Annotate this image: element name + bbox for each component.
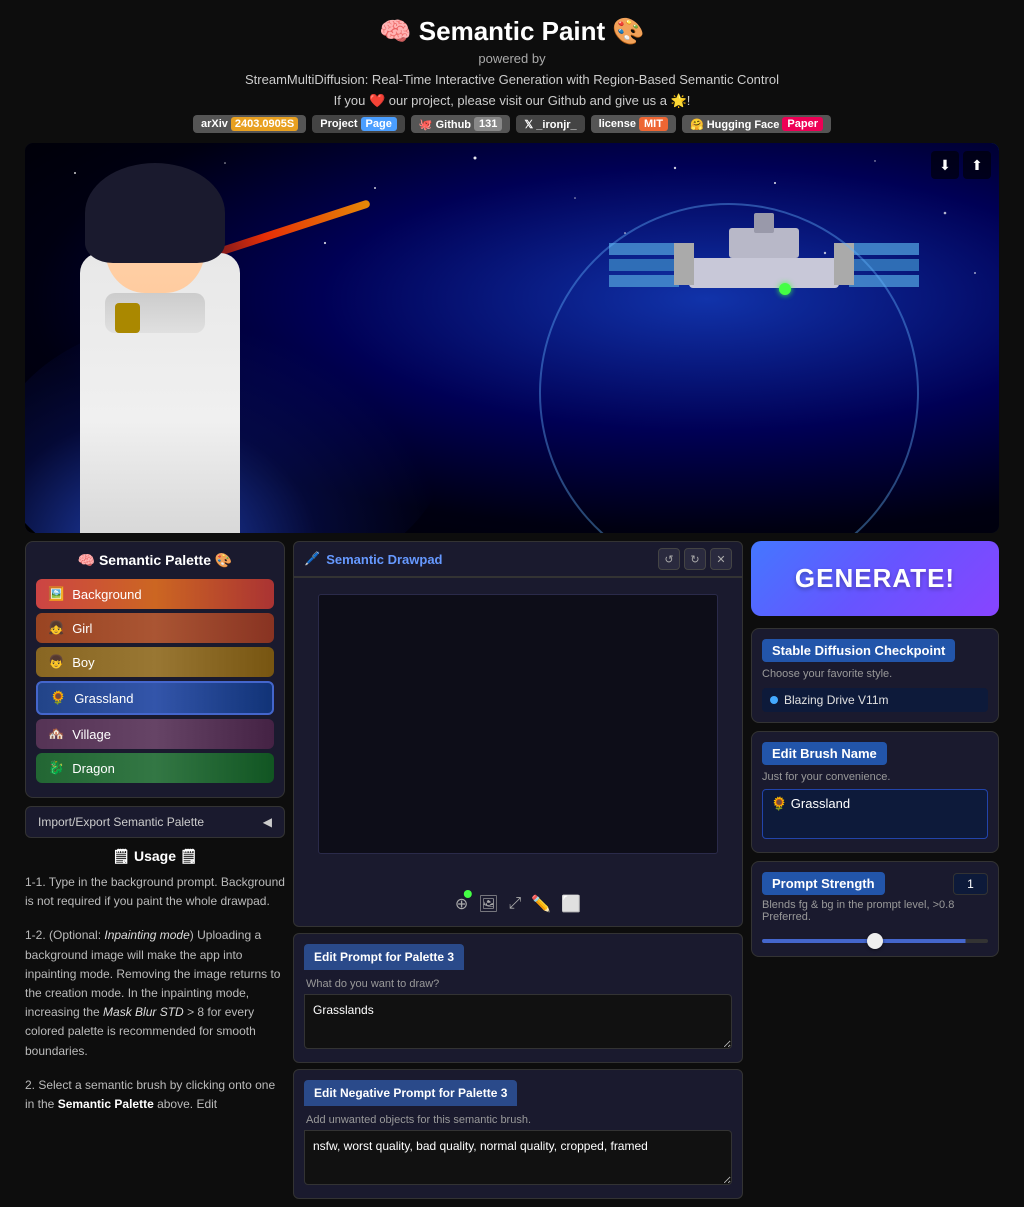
bottom-layout: 🧠 Semantic Palette 🎨 🖼️ Background 👧 Gir… xyxy=(0,533,1024,1207)
dragon-emoji: 🐉 xyxy=(48,760,64,776)
usage-text-3: 2. Select a semantic brush by clicking o… xyxy=(25,1076,285,1114)
palette-title: 🧠 Semantic Palette 🎨 xyxy=(36,552,274,569)
palette-item-dragon[interactable]: 🐉 Dragon xyxy=(36,753,274,783)
badge-x[interactable]: 𝕏 _ironjr_ xyxy=(516,115,584,133)
village-emoji: 🏘️ xyxy=(48,726,64,742)
edit-neg-prompt-textarea[interactable] xyxy=(304,1130,732,1185)
palette-item-girl[interactable]: 👧 Girl xyxy=(36,613,274,643)
sd-option-dot xyxy=(770,696,778,704)
badge-arxiv-num: 2403.0905S xyxy=(231,117,298,131)
badge-project-pg: Page xyxy=(361,117,397,131)
usage-text-1: 1-1. Type in the background prompt. Back… xyxy=(25,873,285,911)
drawpad-title: 🖊️ Semantic Drawpad xyxy=(304,551,443,567)
girl-label: Girl xyxy=(72,621,92,636)
import-export-label: Import/Export Semantic Palette xyxy=(38,815,204,829)
boy-emoji: 👦 xyxy=(48,654,64,670)
canvas-inner xyxy=(318,594,718,854)
grassland-emoji: 🌻 xyxy=(50,690,66,706)
status-indicator xyxy=(779,283,791,295)
active-tool-indicator xyxy=(464,890,472,898)
brush-tool[interactable]: ✏️ xyxy=(531,894,551,914)
ps-sub: Blends fg & bg in the prompt level, >0.8… xyxy=(762,899,988,923)
brush-name-section: Edit Brush Name Just for your convenienc… xyxy=(751,731,999,853)
drawpad-canvas-area[interactable]: ⊕ 🖼 ⤢ ✏️ ⬜ xyxy=(293,577,743,927)
edit-prompt-section: Edit Prompt for Palette 3 What do you wa… xyxy=(293,933,743,1063)
badges-row: arXiv 2403.0905S Project Page 🐙 Github 1… xyxy=(12,115,1012,133)
badge-github[interactable]: 🐙 Github 131 xyxy=(411,115,511,133)
sd-option-label: Blazing Drive V11m xyxy=(784,693,888,707)
drawpad-header: 🖊️ Semantic Drawpad ↺ ↻ ✕ xyxy=(293,541,743,577)
main-image: ⬇ ⬆ xyxy=(25,143,999,533)
anime-girl xyxy=(50,163,280,533)
bg-label: Background xyxy=(72,587,141,602)
palette-item-grassland[interactable]: 🌻 Grassland xyxy=(36,681,274,715)
drawpad-redo-button[interactable]: ↻ xyxy=(684,548,706,570)
app-title: 🧠 Semantic Paint 🎨 xyxy=(12,16,1012,47)
drawpad-close-button[interactable]: ✕ xyxy=(710,548,732,570)
edit-prompt-textarea[interactable] xyxy=(304,994,732,1049)
edit-prompt-sub: What do you want to draw? xyxy=(304,974,732,994)
palette-item-boy[interactable]: 👦 Boy xyxy=(36,647,274,677)
usage-text-2: 1-2. (Optional: Inpainting mode) Uploadi… xyxy=(25,926,285,1060)
share-button[interactable]: ⬆ xyxy=(963,151,991,179)
palette-item-background[interactable]: 🖼️ Background xyxy=(36,579,274,609)
drawpad-toolbar: ⊕ 🖼 ⤢ ✏️ ⬜ xyxy=(455,894,581,914)
edit-neg-prompt-sub: Add unwanted objects for this semantic b… xyxy=(304,1110,732,1130)
prompt-strength-section: Prompt Strength 1 Blends fg & bg in the … xyxy=(751,861,999,957)
grassland-label: Grassland xyxy=(74,691,133,706)
ps-slider[interactable] xyxy=(762,939,988,943)
badge-mit: MIT xyxy=(639,117,668,131)
crop-tool[interactable]: ⤢ xyxy=(509,895,522,913)
cursor-tool[interactable]: ⊕ xyxy=(455,894,468,914)
download-button[interactable]: ⬇ xyxy=(931,151,959,179)
drawpad-undo-button[interactable]: ↺ xyxy=(658,548,680,570)
edit-neg-prompt-header: Edit Negative Prompt for Palette 3 xyxy=(304,1080,517,1106)
sd-checkpoint-title: Stable Diffusion Checkpoint xyxy=(762,639,955,662)
powered-by-text: powered by xyxy=(12,51,1012,66)
ps-header: Prompt Strength 1 xyxy=(762,872,988,895)
love-text: If you ❤️ our project, please visit our … xyxy=(12,93,1012,109)
ps-title: Prompt Strength xyxy=(762,872,885,895)
upload-tool[interactable]: 🖼 xyxy=(478,894,498,914)
drawpad-icon: 🖊️ xyxy=(304,551,320,567)
village-label: Village xyxy=(72,727,111,742)
badge-paper: Paper xyxy=(782,117,823,131)
badge-github-num: 131 xyxy=(474,117,502,131)
generate-button[interactable]: GENERATE! xyxy=(751,541,999,616)
eraser-tool[interactable]: ⬜ xyxy=(561,894,581,914)
badge-hugging[interactable]: 🤗 Hugging Face Paper xyxy=(682,115,831,133)
semantic-palette-box: 🧠 Semantic Palette 🎨 🖼️ Background 👧 Gir… xyxy=(25,541,285,798)
bg-emoji: 🖼️ xyxy=(48,586,64,602)
badge-arxiv[interactable]: arXiv 2403.0905S xyxy=(193,115,306,133)
image-action-buttons: ⬇ ⬆ xyxy=(931,151,991,179)
middle-panel: 🖊️ Semantic Drawpad ↺ ↻ ✕ ⊕ 🖼 ⤢ ✏️ ⬜ xyxy=(293,541,743,1199)
drawpad-controls: ↺ ↻ ✕ xyxy=(658,548,732,570)
dragon-label: Dragon xyxy=(72,761,115,776)
edit-neg-prompt-section: Edit Negative Prompt for Palette 3 Add u… xyxy=(293,1069,743,1199)
sd-checkpoint-section: Stable Diffusion Checkpoint Choose your … xyxy=(751,628,999,723)
import-export-chevron: ◀ xyxy=(263,815,272,829)
badge-license[interactable]: license MIT xyxy=(591,115,676,133)
edit-prompt-header: Edit Prompt for Palette 3 xyxy=(304,944,464,970)
brush-name-title: Edit Brush Name xyxy=(762,742,887,765)
right-panel: GENERATE! Stable Diffusion Checkpoint Ch… xyxy=(751,541,999,957)
girl-emoji: 👧 xyxy=(48,620,64,636)
usage-section: 🗒 Usage 🗒 1-1. Type in the background pr… xyxy=(25,848,285,1114)
header: 🧠 Semantic Paint 🎨 powered by StreamMult… xyxy=(0,0,1024,143)
drawpad-title-text: Semantic Drawpad xyxy=(326,552,442,567)
subtitle-text: StreamMultiDiffusion: Real-Time Interact… xyxy=(12,72,1012,87)
boy-label: Boy xyxy=(72,655,94,670)
usage-title: 🗒 Usage 🗒 xyxy=(25,848,285,865)
brush-name-sub: Just for your convenience. xyxy=(762,771,988,783)
sd-checkpoint-sub: Choose your favorite style. xyxy=(762,668,988,680)
left-panel: 🧠 Semantic Palette 🎨 🖼️ Background 👧 Gir… xyxy=(25,541,285,1114)
import-export-button[interactable]: Import/Export Semantic Palette ◀ xyxy=(25,806,285,838)
main-image-wrapper: ⬇ ⬆ xyxy=(0,143,1024,533)
ps-value: 1 xyxy=(953,873,988,895)
badge-project[interactable]: Project Page xyxy=(312,115,405,133)
palette-item-village[interactable]: 🏘️ Village xyxy=(36,719,274,749)
brush-name-input[interactable] xyxy=(762,789,988,839)
sd-checkpoint-option[interactable]: Blazing Drive V11m xyxy=(762,688,988,712)
